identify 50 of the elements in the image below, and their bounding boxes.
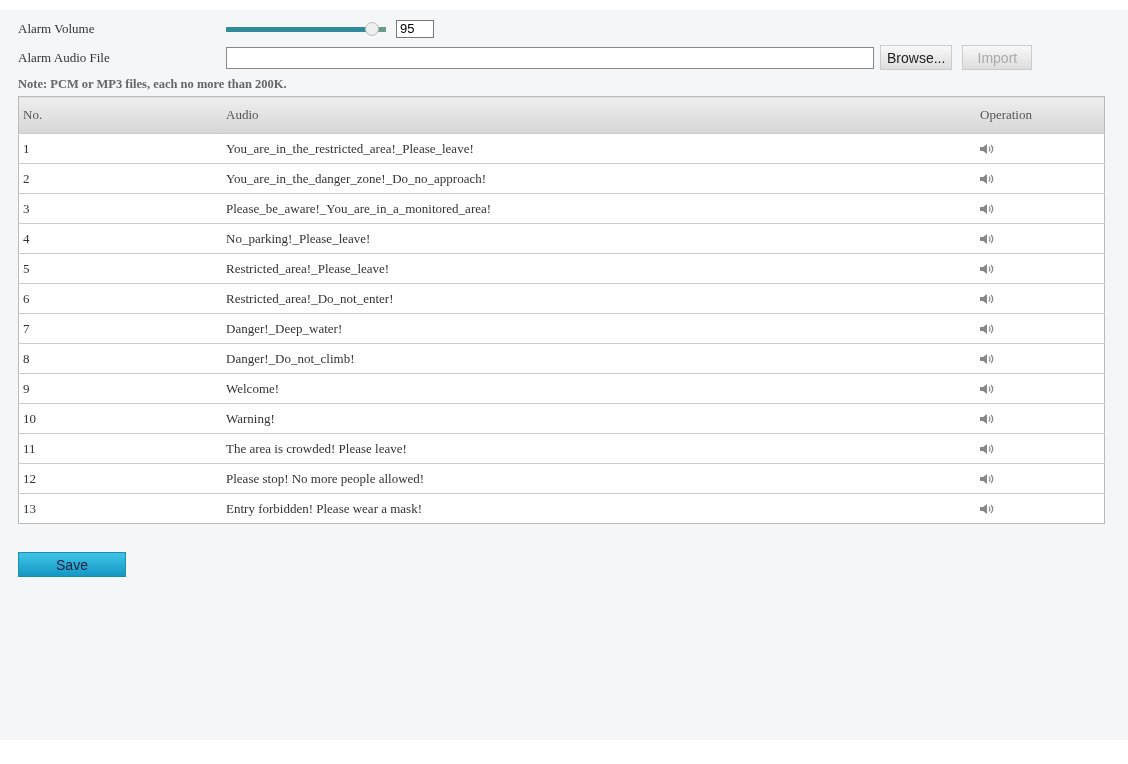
table-cell: 2 — [18, 163, 222, 194]
table-cell: Entry forbidden! Please wear a mask! — [222, 493, 970, 524]
table-cell: Please_be_aware!_You_are_in_a_monitored_area! — [222, 193, 970, 224]
table-cell: Danger!_Do_not_climb! — [222, 343, 970, 374]
table-cell: 6 — [18, 283, 222, 314]
table-cell: 12 — [18, 463, 222, 494]
table-cell: 11 — [18, 433, 222, 464]
table-cell: Restricted_area!_Do_not_enter! — [222, 283, 970, 314]
column-header: Audio — [222, 96, 970, 134]
speaker-icon[interactable] — [980, 442, 994, 455]
table-cell: Please stop! No more people allowed! — [222, 463, 970, 494]
save-button[interactable]: Save — [18, 552, 126, 577]
table-cell: Warning! — [222, 403, 970, 434]
note-text: Note: PCM or MP3 files, each no more than 200K. — [18, 76, 288, 93]
speaker-icon[interactable] — [980, 172, 994, 185]
speaker-icon[interactable] — [980, 292, 994, 305]
table-cell: No_parking!_Please_leave! — [222, 223, 970, 254]
file-path-field[interactable] — [226, 46, 874, 69]
table-cell: Welcome! — [222, 373, 970, 404]
table-cell: 7 — [18, 313, 222, 344]
table-cell: 13 — [18, 493, 222, 524]
table-cell: Danger!_Deep_water! — [222, 313, 970, 344]
browse-button[interactable]: Browse... — [880, 45, 953, 70]
table-cell: 5 — [18, 253, 222, 284]
table-cell: 1 — [18, 133, 222, 164]
speaker-icon[interactable] — [980, 412, 994, 425]
column-header: No. — [18, 96, 222, 134]
field-label: Alarm Audio File — [18, 49, 111, 66]
table-cell: 9 — [18, 373, 222, 404]
table-cell: 8 — [18, 343, 222, 374]
table-cell: You_are_in_the_restricted_area!_Please_leave! — [222, 133, 970, 164]
speaker-icon[interactable] — [980, 382, 994, 395]
table-cell: 4 — [18, 223, 222, 254]
table-cell: You_are_in_the_danger_zone!_Do_no_approach! — [222, 163, 970, 194]
speaker-icon[interactable] — [980, 202, 994, 215]
field-label: Alarm Volume — [18, 20, 96, 37]
column-header: Operation — [970, 96, 1105, 134]
table-cell: 3 — [18, 193, 222, 224]
speaker-icon[interactable] — [980, 322, 994, 335]
table-cell: Restricted_area!_Please_leave! — [222, 253, 970, 284]
table-cell: The area is crowded! Please leave! — [222, 433, 970, 464]
speaker-icon[interactable] — [980, 502, 994, 515]
speaker-icon[interactable] — [980, 472, 994, 485]
speaker-icon[interactable] — [980, 262, 994, 275]
slider-thumb[interactable] — [364, 21, 379, 36]
speaker-icon[interactable] — [980, 352, 994, 365]
table-cell: 10 — [18, 403, 222, 434]
volume-input[interactable]: 95 — [396, 19, 434, 38]
speaker-icon[interactable] — [980, 232, 994, 245]
speaker-icon[interactable] — [980, 142, 994, 155]
